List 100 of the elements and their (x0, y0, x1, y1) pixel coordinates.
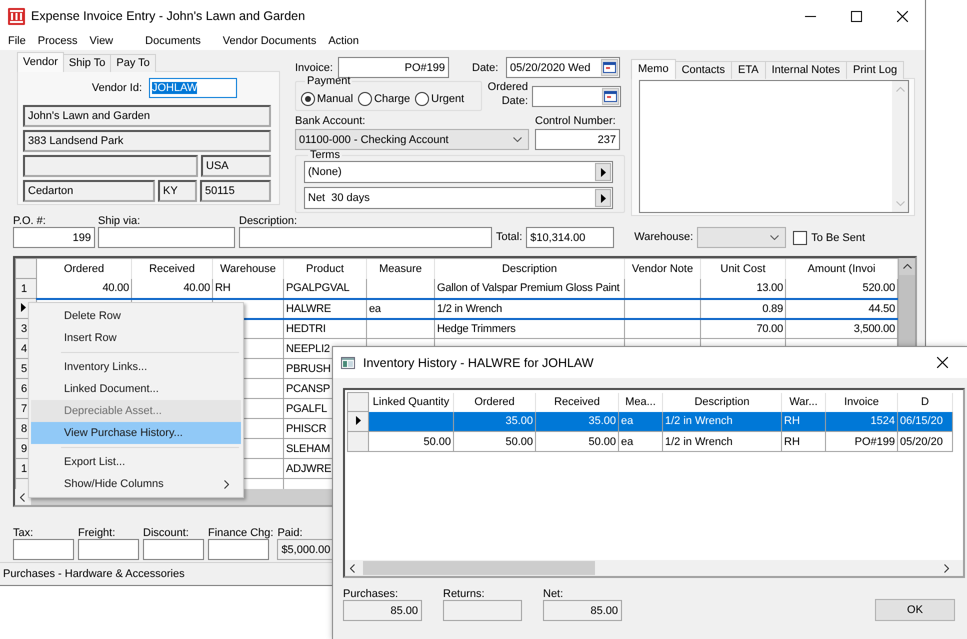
tab[interactable]: Memo (631, 59, 676, 79)
scrollbar[interactable] (892, 81, 908, 212)
table-cell: 50.00 (368, 432, 454, 452)
expand-button[interactable] (595, 189, 611, 207)
column-header[interactable]: Product (284, 258, 366, 278)
menu-item[interactable]: View Purchase History... (31, 422, 241, 444)
column-header[interactable]: Linked Quantity (368, 392, 454, 412)
field-label: Total: (496, 230, 522, 245)
maximize-icon (850, 10, 862, 22)
zip-field: 50115 (200, 180, 271, 202)
table-cell: ea (618, 432, 662, 452)
radio-button[interactable]: Manual (301, 92, 354, 106)
table-cell: 13.00 (700, 278, 786, 298)
column-header[interactable]: Invoice (826, 392, 898, 412)
field-label: Bank Account: (295, 115, 366, 127)
vendor-id-field[interactable]: JOHLAW (149, 78, 237, 98)
table-cell: 06/15/20 (898, 412, 952, 432)
po-number-field[interactable]: 199 (13, 227, 95, 248)
tab[interactable]: Print Log (846, 61, 904, 79)
group-label: Payment (306, 75, 352, 87)
column-header[interactable]: Unit Cost (700, 258, 786, 278)
arrow-right-icon (600, 168, 606, 176)
group-label: Terms (309, 149, 341, 161)
field-label: Freight: (78, 527, 116, 539)
chevron-up-icon (896, 87, 904, 92)
field-label: Invoice: (295, 62, 334, 74)
column-header[interactable]: Received (536, 392, 618, 412)
city-field: Cedarton (23, 180, 155, 202)
radio-button[interactable]: Urgent (415, 92, 464, 106)
arrow-right-icon (21, 302, 26, 312)
description-field[interactable] (239, 227, 492, 248)
date-picker-button[interactable] (602, 88, 619, 105)
radio-button[interactable]: Charge (358, 92, 410, 106)
menu-item[interactable]: Action (322, 35, 365, 47)
menu-item[interactable]: File (2, 35, 32, 47)
ordered-date-field[interactable] (532, 86, 621, 107)
tab[interactable]: Ship To (62, 54, 112, 72)
column-header[interactable]: Description (434, 258, 624, 278)
table-cell: ea (618, 412, 662, 432)
menu-item[interactable]: Process (32, 35, 84, 47)
total-field[interactable]: $10,314.00 (526, 227, 614, 248)
window-title: Expense Invoice Entry - John's Lawn and Garden (31, 9, 306, 23)
tab[interactable]: Internal Notes (764, 61, 848, 79)
column-header[interactable]: D (898, 392, 952, 412)
field-label: Ordered Date: (486, 80, 528, 108)
checkbox[interactable]: To Be Sent (793, 227, 866, 248)
row-header[interactable]: 1 (16, 278, 36, 298)
control-number-field[interactable]: 237 (535, 129, 620, 150)
tab[interactable]: Pay To (110, 54, 156, 72)
tab[interactable]: Contacts (674, 61, 732, 79)
state-field: KY (158, 180, 197, 202)
field-label: Finance Chg: (208, 527, 274, 539)
column-header[interactable]: Ordered (454, 392, 536, 412)
bank-account-dropdown[interactable]: 01100-000 - Checking Account (295, 129, 529, 150)
scrollbar[interactable] (345, 560, 963, 576)
window-icon (341, 356, 355, 368)
invoice-field[interactable]: PO#199 (338, 57, 449, 78)
amount-field[interactable] (143, 539, 204, 560)
calendar-icon (603, 62, 616, 73)
expand-button[interactable] (595, 163, 611, 181)
chevron-down-icon (896, 201, 904, 206)
date-field[interactable]: 05/20/2020 Wed (506, 57, 620, 78)
row-header[interactable] (348, 412, 368, 432)
terms-field[interactable]: Net 30 days (304, 187, 613, 209)
column-header[interactable]: War... (782, 392, 826, 412)
field-label: Description: (239, 215, 298, 227)
column-header[interactable]: Received (132, 258, 212, 278)
chevron-up-icon (902, 264, 912, 269)
table-cell: 1/2 in Wrench (662, 412, 782, 432)
arrow-right-icon (600, 194, 606, 202)
column-header[interactable]: Description (662, 392, 782, 412)
amount-field: 85.00 (543, 600, 622, 621)
column-header[interactable]: Vendor Note (624, 258, 700, 278)
amount-field[interactable] (78, 539, 139, 560)
menu-item[interactable]: View (83, 35, 120, 47)
field-label: Purchases: (343, 588, 400, 600)
country-field: USA (201, 155, 271, 177)
arrow-right-icon (356, 416, 360, 424)
ok-button[interactable]: OK (875, 599, 955, 621)
tab[interactable]: ETA (730, 61, 766, 79)
field-label: P.O. #: (13, 215, 47, 227)
column-header[interactable]: Warehouse (212, 258, 284, 278)
column-header[interactable]: Measure (366, 258, 434, 278)
amount-field[interactable] (13, 539, 74, 560)
column-header[interactable]: Mea... (618, 392, 662, 412)
table-cell: 1524 (826, 412, 898, 432)
tab[interactable]: Vendor (17, 52, 64, 72)
menu-item[interactable]: Documents (139, 35, 207, 47)
column-header[interactable]: Amount (Invoi (786, 258, 898, 278)
table-cell: 35.00 (454, 412, 536, 432)
ship-via-field[interactable] (98, 227, 235, 248)
terms-field[interactable]: (None) (304, 161, 613, 183)
column-header[interactable]: Ordered (36, 258, 132, 278)
date-picker-button[interactable] (601, 59, 618, 76)
amount-field[interactable] (208, 539, 269, 560)
calendar-icon (604, 91, 617, 102)
field-label: Date: (472, 62, 500, 74)
field-label: Vendor Id: (90, 82, 142, 94)
scrollbar-thumb[interactable] (363, 561, 595, 575)
menu-item[interactable]: Vendor Documents (216, 35, 322, 47)
